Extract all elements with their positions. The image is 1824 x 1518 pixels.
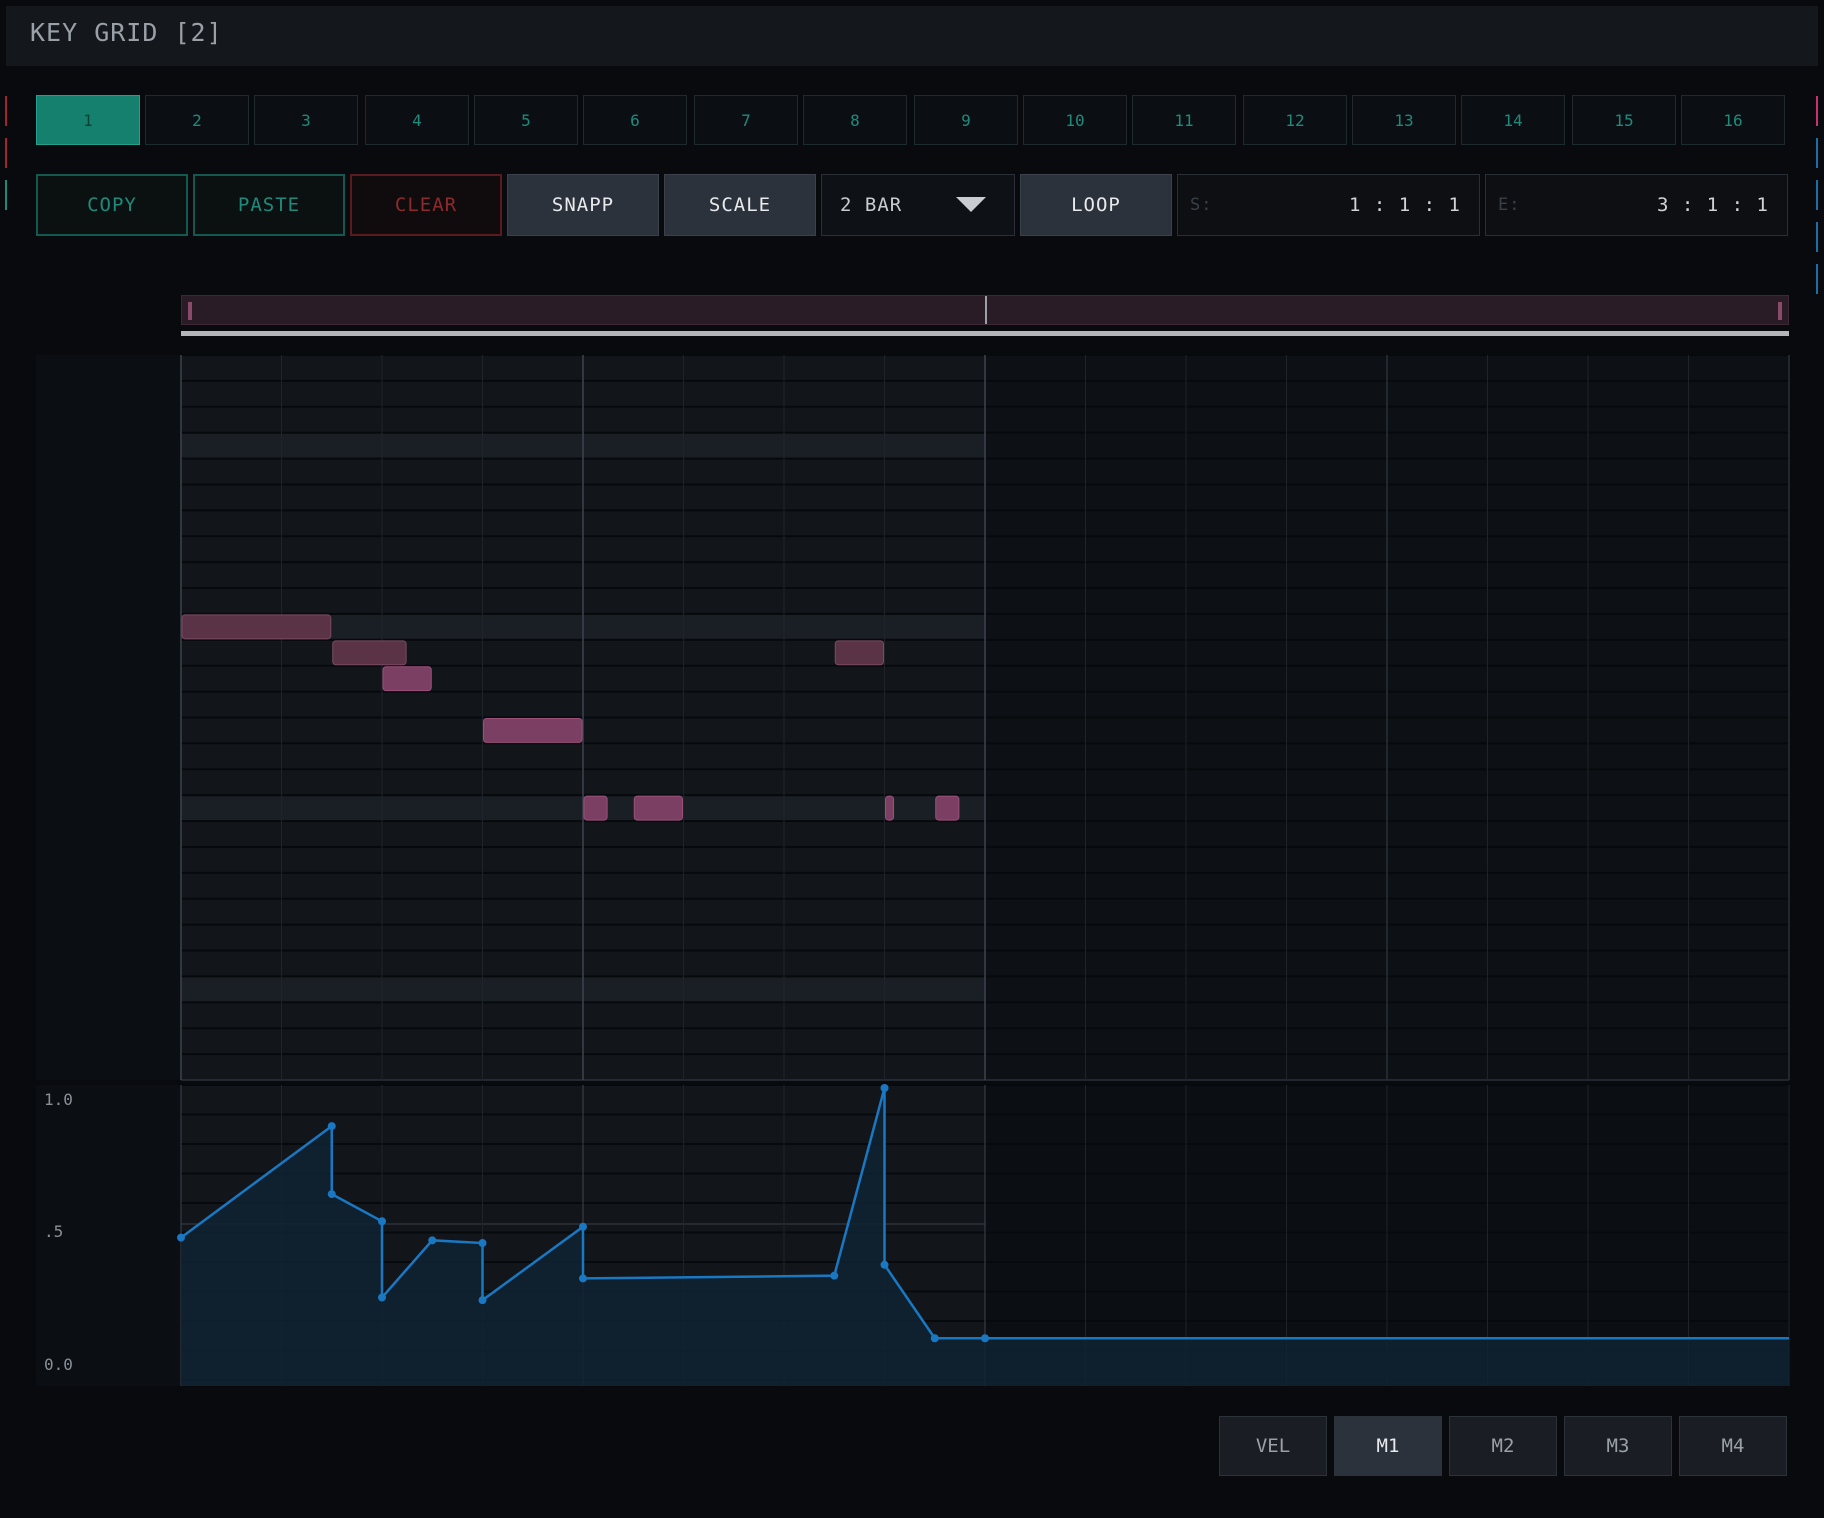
mode-button-m4[interactable]: M4 [1679,1416,1787,1476]
automation-point [478,1239,487,1248]
automation-point [579,1222,587,1231]
note [633,795,683,821]
automation-point [930,1334,939,1343]
mode-button-vel[interactable]: VEL [1219,1416,1327,1476]
automation-point [378,1217,386,1226]
automation-point [428,1236,437,1245]
lane-scale-label: .5 [44,1222,64,1241]
automation-point [478,1296,487,1305]
automation-point [981,1334,989,1343]
note-grid[interactable] [0,0,1824,1518]
automation-point [830,1271,839,1280]
note [935,795,960,821]
automation-point [327,1122,336,1131]
note [382,666,432,692]
automation-point [880,1260,889,1269]
note [483,718,583,743]
lane-scale-label: 0.0 [44,1355,73,1374]
note [834,640,884,666]
mode-button-m3[interactable]: M3 [1564,1416,1672,1476]
note [332,640,407,666]
automation-point [378,1293,386,1302]
note [583,795,608,821]
automation-point [579,1274,587,1283]
mode-button-m1[interactable]: M1 [1334,1416,1442,1476]
lane-scale-label: 1.0 [44,1090,73,1109]
mode-button-m2[interactable]: M2 [1449,1416,1557,1476]
note [885,795,895,821]
automation-point [177,1233,185,1242]
automation-point [327,1190,336,1199]
automation-point [880,1084,889,1092]
note [181,614,332,640]
